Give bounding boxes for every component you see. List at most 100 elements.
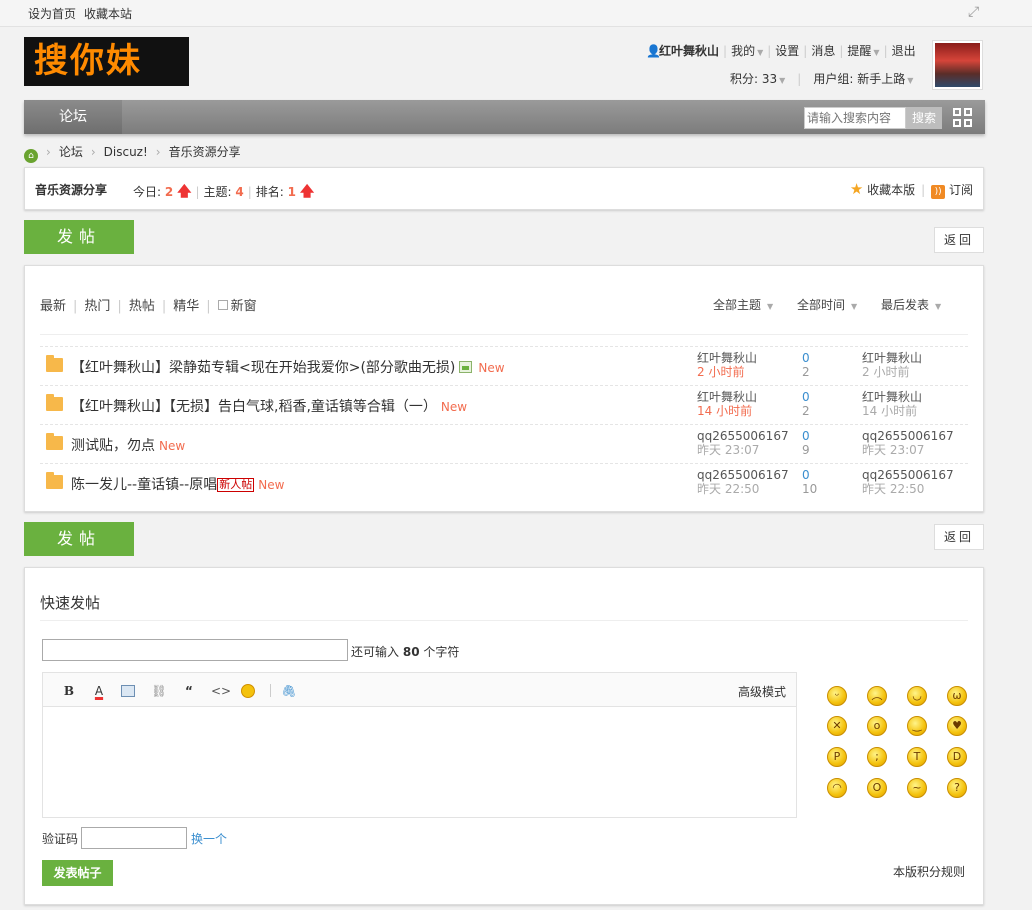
- thread-sorters: 全部主题 ▼ 全部时间 ▼ 最后发表 ▼: [713, 296, 961, 313]
- big-grin-icon[interactable]: D: [947, 747, 967, 767]
- logout-link[interactable]: 退出: [892, 44, 916, 58]
- thread-author[interactable]: qq2655006167: [697, 429, 789, 443]
- last-poster[interactable]: 红叶舞秋山: [862, 351, 922, 365]
- filter-latest[interactable]: 最新: [40, 299, 66, 314]
- sort-all-time[interactable]: 全部时间 ▼: [797, 296, 857, 313]
- grin-icon[interactable]: ◡: [907, 686, 927, 706]
- topics-count: 4: [235, 185, 244, 199]
- link-icon[interactable]: ⛓: [151, 683, 167, 699]
- sort-last-post[interactable]: 最后发表 ▼: [881, 296, 941, 313]
- last-poster[interactable]: qq2655006167: [862, 468, 954, 482]
- last-post-time[interactable]: 14 小时前: [862, 404, 922, 418]
- advanced-mode-link[interactable]: 高级模式: [738, 683, 786, 700]
- sweat-icon[interactable]: ~: [907, 778, 927, 798]
- avatar[interactable]: [932, 40, 983, 90]
- happy-icon[interactable]: ◠: [827, 778, 847, 798]
- wink-icon[interactable]: ;: [867, 747, 887, 767]
- font-color-icon[interactable]: A: [91, 683, 107, 699]
- code-icon[interactable]: <>: [211, 683, 231, 699]
- quote-icon[interactable]: “: [181, 683, 197, 699]
- search-button[interactable]: 搜索: [906, 107, 942, 129]
- site-logo[interactable]: 搜你妹: [24, 37, 189, 86]
- smiley-icon[interactable]: [241, 684, 255, 698]
- shy-icon[interactable]: ‿: [907, 716, 927, 736]
- forum-points-rules-link[interactable]: 本版积分规则: [893, 863, 965, 880]
- thread-author[interactable]: qq2655006167: [697, 468, 789, 482]
- sad-icon[interactable]: ︵: [867, 686, 887, 706]
- thread-time: 昨天 23:07: [697, 443, 760, 457]
- reply-count[interactable]: 0: [802, 390, 810, 404]
- cry-icon[interactable]: T: [907, 747, 927, 767]
- forum-name[interactable]: 音乐资源分享: [35, 181, 107, 198]
- reply-count[interactable]: 0: [802, 351, 810, 365]
- angry-icon[interactable]: ✕: [827, 716, 847, 736]
- user-icon: 👤: [646, 44, 661, 58]
- thread-author[interactable]: 红叶舞秋山: [697, 351, 757, 365]
- new-post-button-bottom[interactable]: 发帖: [24, 522, 134, 556]
- breadcrumb-discuz[interactable]: Discuz!: [104, 145, 148, 159]
- thread-title[interactable]: 【红叶舞秋山】【无损】告白气球,稻香,童话镇等合辑（一）: [71, 399, 437, 415]
- top-utility-bar: 设为首页 收藏本站 ⤢: [0, 0, 1032, 27]
- points-menu[interactable]: 积分: 33 ▼: [730, 72, 785, 86]
- messages-link[interactable]: 消息: [811, 44, 835, 58]
- folder-icon: [46, 433, 63, 450]
- new-post-button[interactable]: 发帖: [24, 220, 134, 254]
- user-nav: 👤红叶舞秋山 | 我的 ▼ | 设置 | 消息 | 提醒 ▼ | 退出: [646, 44, 916, 58]
- bookmark-site-link[interactable]: 收藏本站: [84, 7, 132, 21]
- last-poster[interactable]: 红叶舞秋山: [862, 390, 922, 404]
- thread-title[interactable]: 陈一发儿--童话镇--原唱: [71, 477, 217, 493]
- filter-digest[interactable]: 精华: [173, 299, 199, 314]
- tab-forum[interactable]: 论坛: [24, 100, 122, 134]
- submit-post-button[interactable]: 发表帖子: [42, 860, 113, 886]
- last-post-time[interactable]: 昨天 22:50: [862, 482, 954, 496]
- back-button-bottom[interactable]: 返回: [934, 524, 984, 550]
- reply-count[interactable]: 0: [802, 468, 817, 482]
- captcha-input[interactable]: [81, 827, 187, 849]
- back-button[interactable]: 返回: [934, 227, 984, 253]
- laugh-cry-icon[interactable]: ω: [947, 686, 967, 706]
- subscribe-link[interactable]: 订阅: [949, 183, 973, 197]
- reply-count[interactable]: 0: [802, 429, 810, 443]
- smile-icon[interactable]: ᵕ: [827, 686, 847, 706]
- thread-title[interactable]: 【红叶舞秋山】梁静茹专辑<现在开始我爱你>(部分歌曲无损): [71, 360, 455, 376]
- smilies-panel: ᵕ ︵ ◡ ω ✕ o ‿ ♥ P ; T D ◠ O ~ ?: [825, 683, 975, 808]
- filter-hot-threads[interactable]: 热帖: [129, 299, 155, 314]
- set-home-link[interactable]: 设为首页: [28, 7, 76, 21]
- grid-menu-icon[interactable]: [953, 108, 973, 128]
- favorite-forum-link[interactable]: 收藏本版: [867, 183, 915, 197]
- attachment-icon[interactable]: 🖇: [281, 683, 297, 699]
- filter-hot[interactable]: 热门: [84, 299, 110, 314]
- forum-header: 音乐资源分享 今日: 2 🡅 | 主题: 4 | 排名: 1 🡅 ★ 收藏本版 |)) 订…: [24, 167, 984, 210]
- thread-title[interactable]: 测试贴，勿点: [71, 438, 155, 454]
- new-window-checkbox[interactable]: [217, 300, 228, 310]
- usergroup-menu[interactable]: 用户组: 新手上路 ▼: [813, 72, 913, 86]
- post-editor[interactable]: B A ⛓ “ <> 🖇 高级模式: [42, 672, 797, 818]
- bold-icon[interactable]: B: [61, 683, 77, 699]
- rss-icon: )): [931, 185, 946, 199]
- thread-author[interactable]: 红叶舞秋山: [697, 390, 757, 404]
- captcha-refresh-link[interactable]: 换一个: [191, 830, 227, 847]
- tongue-icon[interactable]: P: [827, 747, 847, 767]
- username-link[interactable]: 红叶舞秋山: [659, 44, 719, 58]
- my-menu[interactable]: 我的 ▼: [731, 44, 763, 58]
- settings-link[interactable]: 设置: [775, 44, 799, 58]
- table-row: 测试贴，勿点 New qq2655006167 昨天 23:07 09 qq2655…: [40, 424, 968, 463]
- scream-icon[interactable]: O: [867, 778, 887, 798]
- breadcrumb-current[interactable]: 音乐资源分享: [169, 145, 241, 159]
- sort-all-topics[interactable]: 全部主题 ▼: [713, 296, 773, 313]
- kiss-icon[interactable]: ♥: [947, 716, 967, 736]
- search-input[interactable]: [804, 107, 906, 129]
- image-icon[interactable]: [121, 685, 135, 697]
- fullscreen-icon[interactable]: ⤢: [968, 5, 982, 19]
- home-icon[interactable]: ⌂: [24, 149, 38, 163]
- folder-icon: [46, 394, 63, 411]
- last-post-time[interactable]: 2 小时前: [862, 365, 922, 379]
- subject-input[interactable]: [42, 639, 348, 661]
- shocked-icon[interactable]: o: [867, 716, 887, 736]
- doubt-icon[interactable]: ?: [947, 778, 967, 798]
- last-post-time[interactable]: 昨天 23:07: [862, 443, 954, 457]
- breadcrumb-forum[interactable]: 论坛: [59, 145, 83, 159]
- up-arrow-icon: 🡅: [177, 184, 192, 200]
- last-poster[interactable]: qq2655006167: [862, 429, 954, 443]
- reminders-menu[interactable]: 提醒 ▼: [847, 44, 879, 58]
